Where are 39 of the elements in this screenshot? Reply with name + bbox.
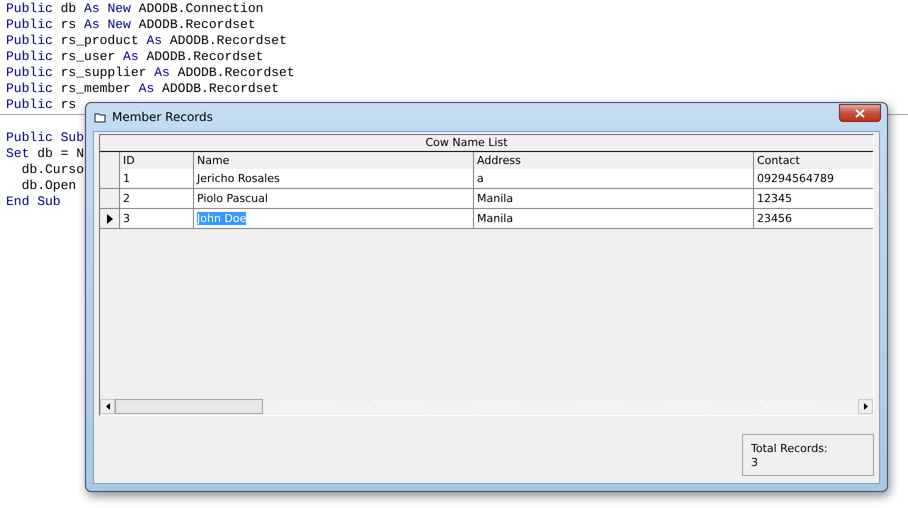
row-selector[interactable]: [100, 209, 120, 229]
code-line: db.Curso: [20, 162, 84, 178]
table-cell: Manila: [474, 209, 754, 229]
table-cell: Manila: [474, 189, 754, 209]
code-line: Public rs_user As ADODB.Recordset: [5, 49, 264, 65]
code-line: db.Open: [20, 178, 76, 194]
code-line: Public Sub: [5, 130, 84, 146]
table-cell: John Doe: [194, 209, 474, 229]
scroll-left-button[interactable]: [100, 399, 115, 414]
code-line: Public rs_member As ADODB.Recordset: [5, 81, 280, 97]
table-cell: 2: [120, 189, 194, 209]
left-arrow-icon: [106, 403, 110, 410]
code-line: Set db = N: [5, 146, 84, 162]
code-line: Public db As New ADODB.Connection: [5, 1, 264, 17]
right-arrow-icon: [864, 403, 868, 410]
code-line: Public rs_supplier As ADODB.Recordset: [5, 65, 295, 81]
close-icon: [855, 108, 865, 118]
table-cell: Jericho Rosales: [194, 169, 474, 189]
table-cell: 1: [120, 169, 194, 189]
current-row-icon: [106, 214, 112, 224]
table-cell: 3: [120, 209, 194, 229]
table-cell: Piolo Pascual: [194, 189, 474, 209]
code-line: Public rs_product As ADODB.Recordset: [5, 33, 287, 49]
close-button[interactable]: [839, 104, 881, 122]
window-title: Member Records: [112, 110, 214, 124]
code-line: End Sub: [5, 194, 61, 210]
code-line: Public rs: [5, 97, 76, 113]
scroll-right-button[interactable]: [858, 399, 873, 414]
table-cell: 23456: [754, 209, 873, 229]
table-cell: a: [474, 169, 754, 189]
total-records-label: Total Records:: [751, 442, 829, 456]
table-cell: 12345: [754, 189, 873, 209]
code-line: Public rs As New ADODB.Recordset: [5, 17, 256, 33]
horizontal-scrollbar[interactable]: [100, 398, 873, 414]
table-cell: 09294564789: [754, 169, 873, 189]
grid-caption: Cow Name List: [100, 135, 873, 152]
total-records-value: 3: [751, 456, 759, 470]
scroll-thumb[interactable]: [115, 399, 263, 414]
window-icon: [94, 112, 106, 122]
